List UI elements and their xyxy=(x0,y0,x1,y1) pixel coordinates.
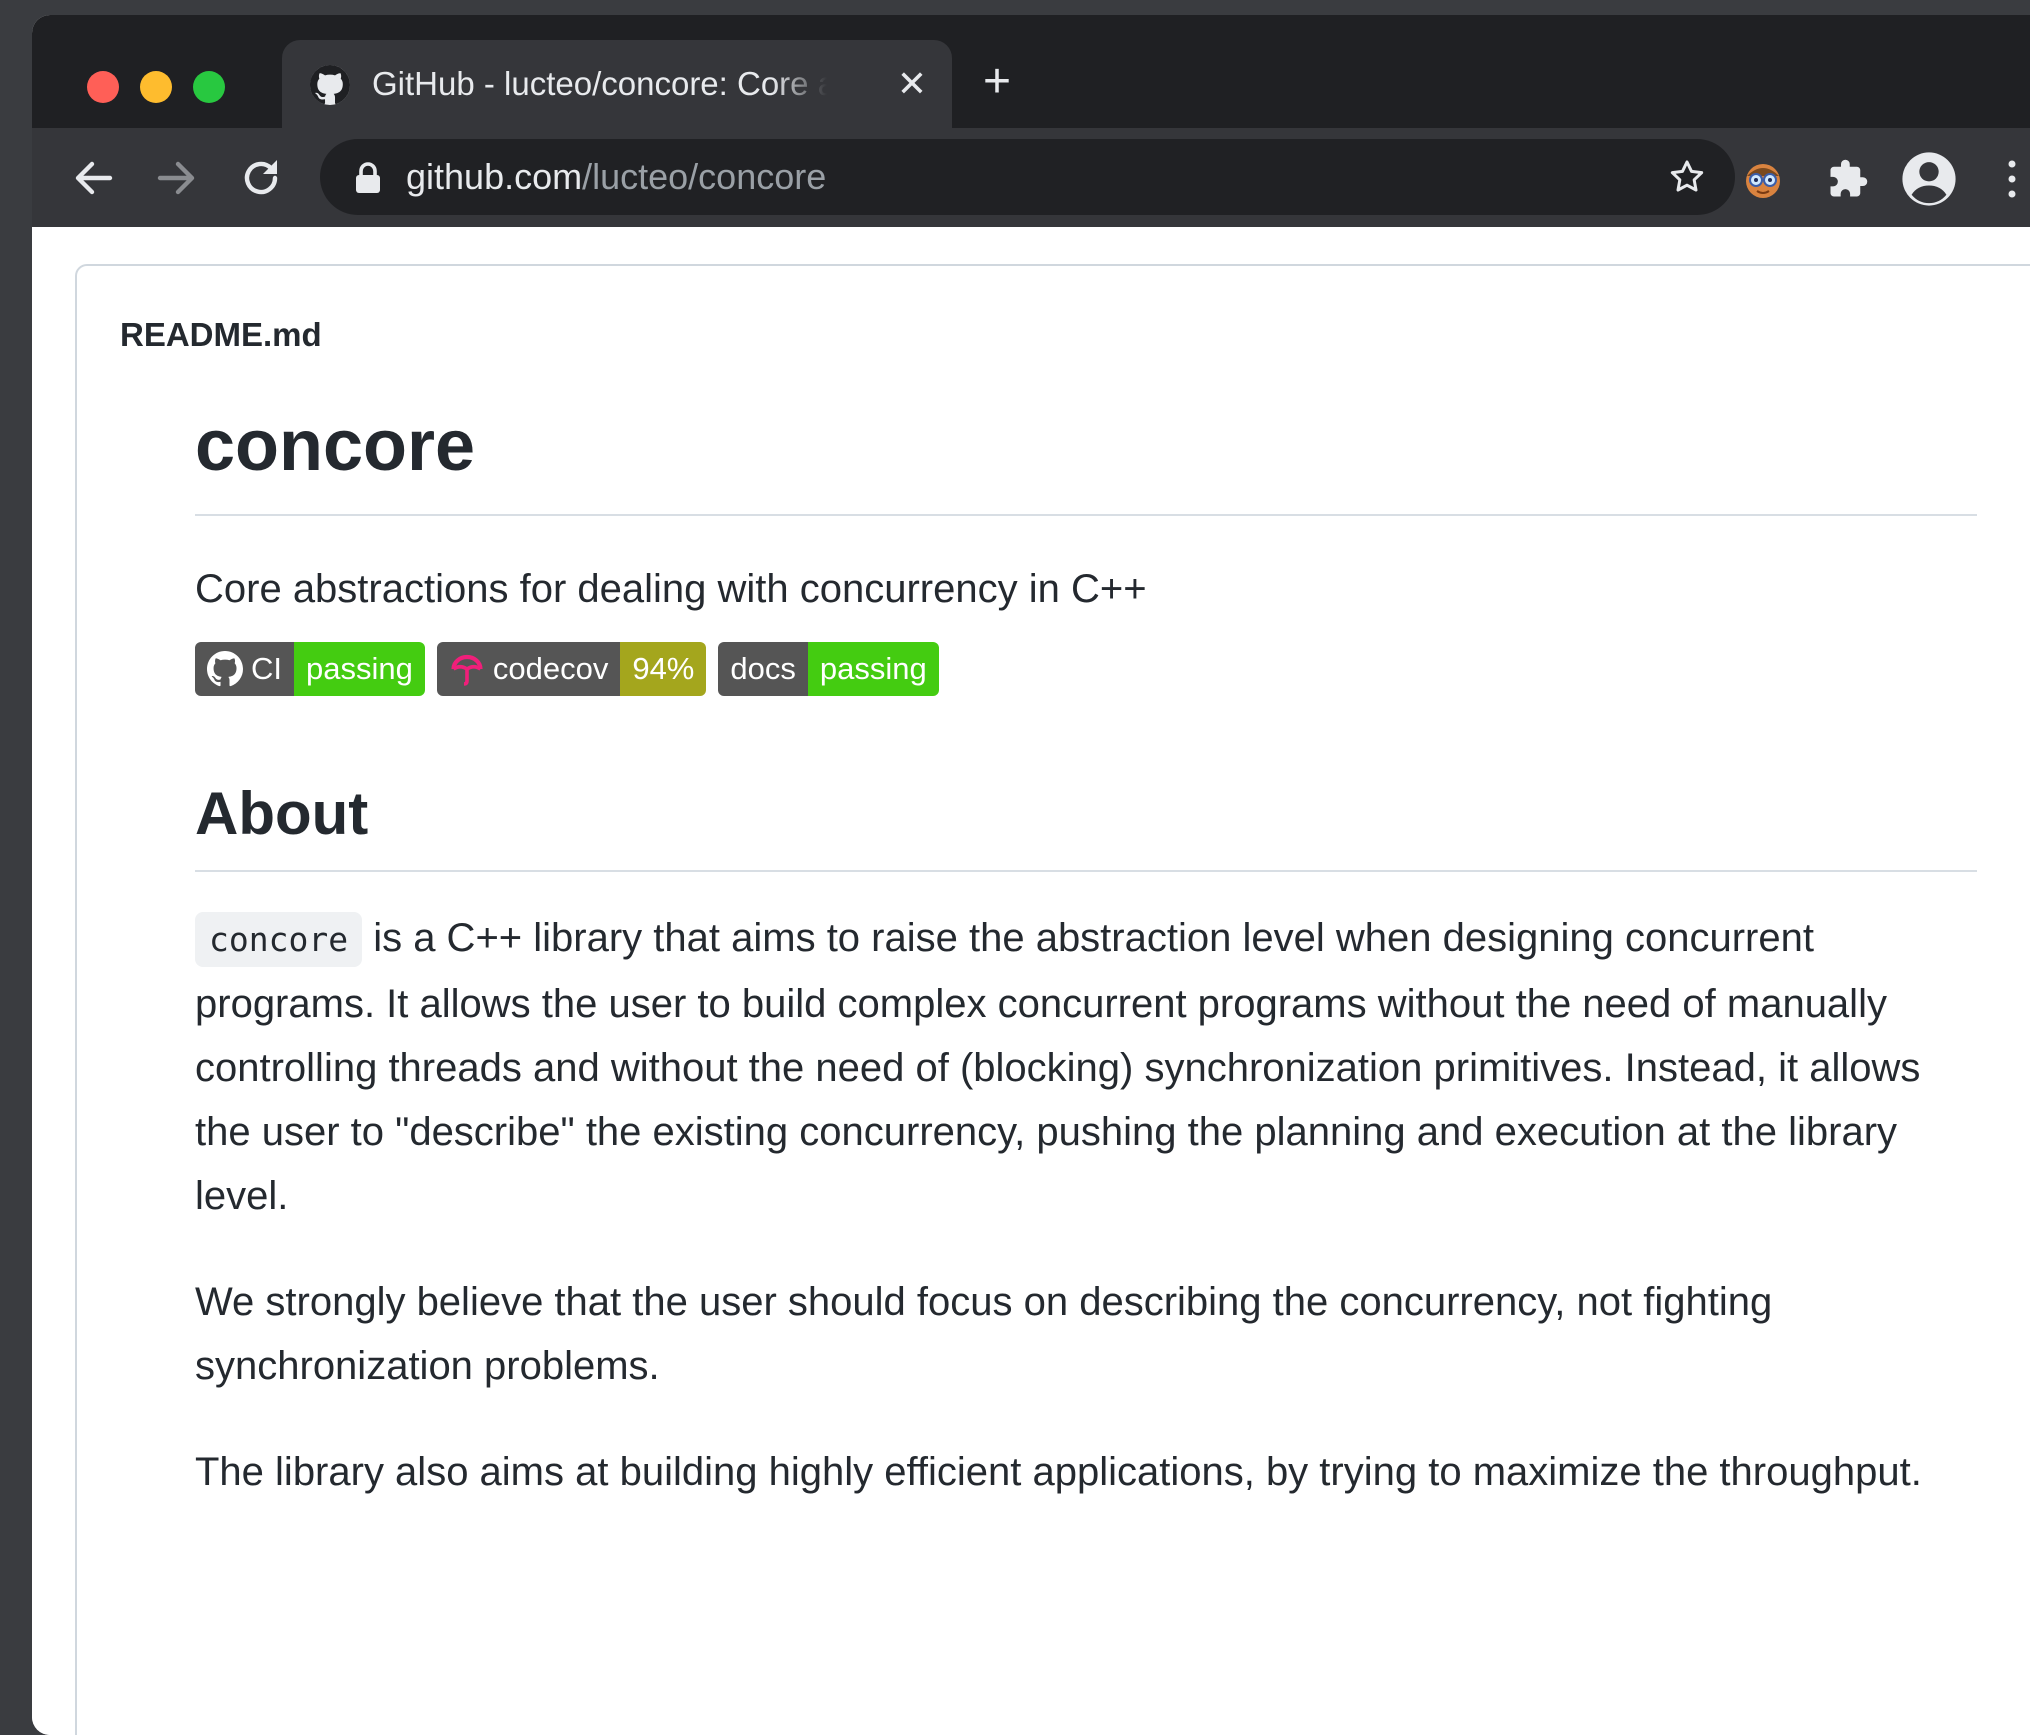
github-icon xyxy=(207,651,243,687)
lock-icon[interactable] xyxy=(354,161,382,193)
about-paragraph-1-text: is a C++ library that aims to raise the … xyxy=(195,916,1921,1218)
minimize-window-button[interactable] xyxy=(140,71,172,103)
extension-avatar-icon[interactable] xyxy=(1742,158,1784,200)
about-paragraph-3: The library also aims at building highly… xyxy=(195,1450,1922,1494)
tab-strip: GitHub - lucteo/concore: Core abstractio… xyxy=(32,15,2030,128)
ci-badge-label-text: CI xyxy=(251,651,282,686)
tab-title: GitHub - lucteo/concore: Core abstractio… xyxy=(372,65,827,102)
about-paragraph-2: We strongly believe that the user should… xyxy=(195,1280,1773,1388)
readme-title: concore xyxy=(195,396,1977,516)
more-menu-icon[interactable] xyxy=(2002,158,2022,200)
browser-window: GitHub - lucteo/concore: Core abstractio… xyxy=(32,15,2030,1735)
codecov-badge-label: codecov xyxy=(436,642,621,696)
docs-badge-label-text: docs xyxy=(730,651,796,686)
codecov-badge-status: 94% xyxy=(620,642,707,696)
about-heading: About xyxy=(195,776,1977,872)
inline-code-concore: concore xyxy=(195,912,363,967)
puzzle-icon[interactable] xyxy=(1827,158,1869,200)
close-window-button[interactable] xyxy=(87,71,119,103)
profile-icon[interactable] xyxy=(1900,150,1958,208)
reload-icon[interactable] xyxy=(237,154,285,202)
page-content: README.md concore Core abstractions for … xyxy=(32,227,2030,1735)
docs-badge[interactable]: docs passing xyxy=(718,642,939,696)
docs-badge-label: docs xyxy=(718,642,808,696)
maximize-window-button[interactable] xyxy=(193,71,225,103)
back-arrow-icon[interactable] xyxy=(70,154,118,202)
readme-markdown: concore Core abstractions for dealing wi… xyxy=(195,396,1977,1504)
ci-badge-status: passing xyxy=(294,642,425,696)
ci-badge[interactable]: CI passing xyxy=(195,642,425,696)
about-paragraph-1: concore is a C++ library that aims to ra… xyxy=(195,906,1977,1228)
ci-badge-label: CI xyxy=(195,642,294,696)
browser-toolbar: github.com/lucteo/concore xyxy=(32,128,2030,227)
address-bar[interactable]: github.com/lucteo/concore xyxy=(320,139,1735,215)
readme-description: Core abstractions for dealing with concu… xyxy=(195,567,1147,611)
url-path: /lucteo/concore xyxy=(582,156,827,197)
forward-arrow-icon[interactable] xyxy=(152,154,200,202)
tab-github-concore[interactable]: GitHub - lucteo/concore: Core abstractio… xyxy=(282,40,952,128)
new-tab-button[interactable]: + xyxy=(972,57,1022,107)
tab-close-icon[interactable]: ✕ xyxy=(894,66,930,102)
github-favicon-icon xyxy=(310,65,350,105)
codecov-badge-label-text: codecov xyxy=(492,651,609,686)
codecov-umbrella-icon xyxy=(451,654,483,686)
readme-box: README.md concore Core abstractions for … xyxy=(75,264,2030,1735)
badge-row: CI passing codecov 94% docs passing xyxy=(195,642,1977,696)
codecov-badge[interactable]: codecov 94% xyxy=(436,642,707,696)
readme-filename[interactable]: README.md xyxy=(120,316,322,354)
star-icon[interactable] xyxy=(1667,157,1707,197)
docs-badge-status: passing xyxy=(807,642,939,696)
url-text: github.com/lucteo/concore xyxy=(406,139,826,215)
url-host: github.com xyxy=(406,156,583,197)
